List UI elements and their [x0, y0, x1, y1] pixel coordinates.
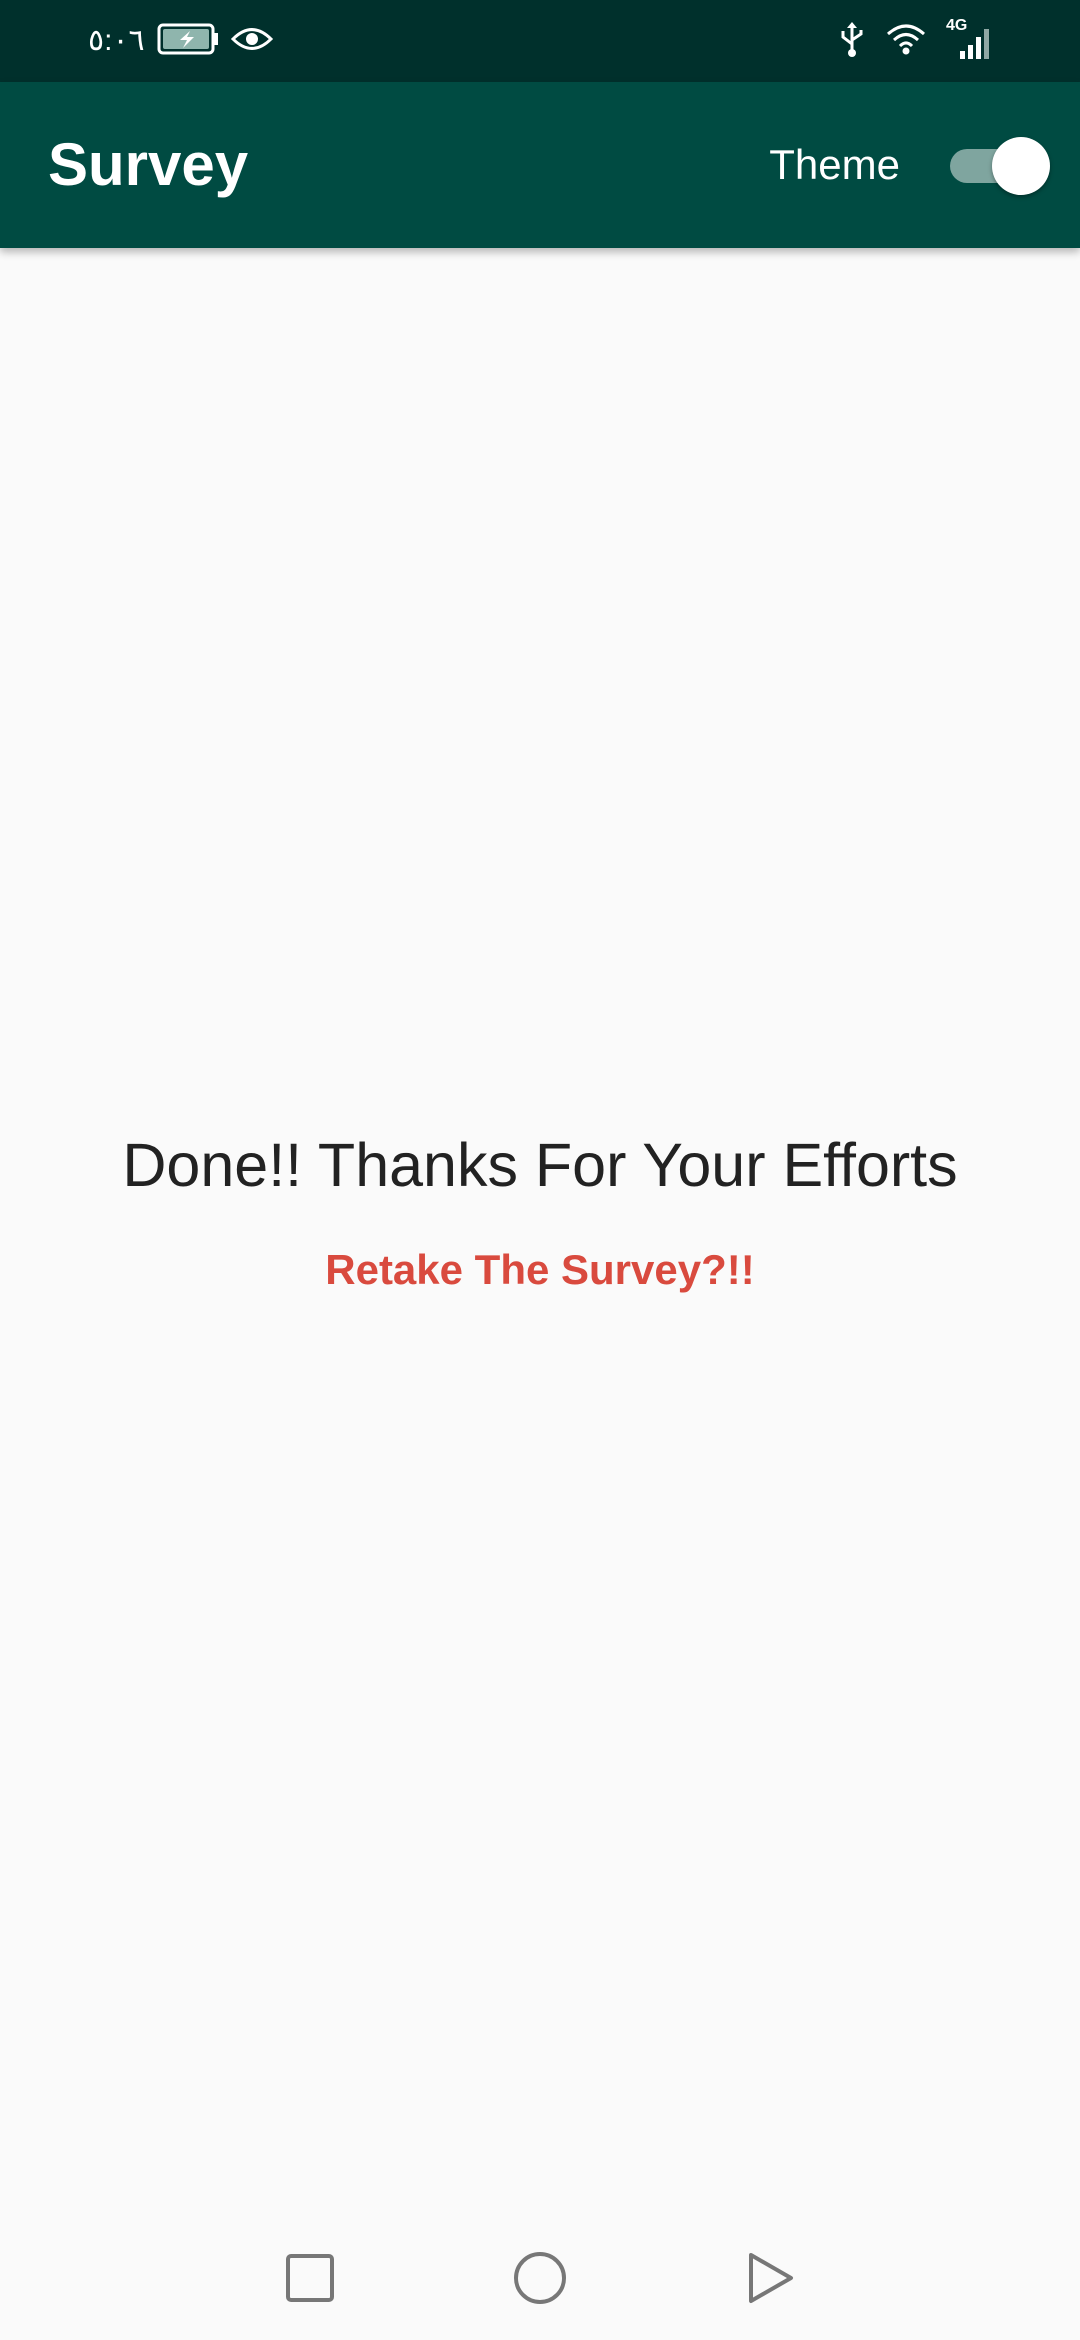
home-button[interactable] [500, 2240, 580, 2320]
eye-icon [230, 24, 273, 59]
wifi-icon [886, 22, 926, 61]
usb-icon [838, 20, 866, 63]
app-title: Survey [48, 131, 249, 198]
battery-charging-icon [157, 23, 219, 60]
app-bar: Survey Theme [0, 82, 1080, 248]
signal-4g-icon: 4G [946, 17, 994, 61]
status-left: ٥:٠٦ [88, 18, 273, 64]
navigation-bar [0, 2220, 1080, 2340]
status-time: ٥:٠٦ [88, 24, 145, 57]
recents-square-icon [285, 2253, 335, 2308]
completion-message: Done!! Thanks For Your Efforts [122, 1131, 958, 1199]
switch-thumb [992, 137, 1050, 195]
theme-label: Theme [769, 141, 900, 188]
back-button[interactable] [730, 2240, 810, 2320]
status-bar: ٥:٠٦ 4G [0, 0, 1080, 82]
theme-toggle-switch[interactable] [938, 133, 1050, 197]
recents-button[interactable] [270, 2240, 350, 2320]
retake-survey-link[interactable]: Retake The Survey?!! [0, 1240, 1080, 1300]
back-triangle-icon [745, 2251, 795, 2310]
status-right: 4G [838, 17, 994, 64]
home-circle-icon [513, 2251, 567, 2310]
